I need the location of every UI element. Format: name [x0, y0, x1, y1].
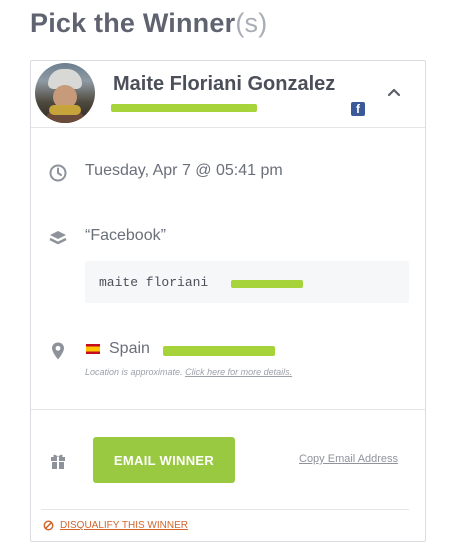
location-note-text: Location is approximate.	[85, 367, 183, 377]
winner-card: Maite Floriani Gonzalez f Tuesday, Apr 7…	[30, 60, 426, 542]
entry-response: maite floriani	[99, 275, 209, 290]
disqualify-link[interactable]: DISQUALIFY THIS WINNER	[43, 520, 188, 531]
redacted-handle	[111, 104, 257, 112]
winner-header[interactable]: Maite Floriani Gonzalez f	[31, 61, 425, 128]
avatar	[35, 63, 95, 123]
entry-platform: “Facebook”	[85, 227, 166, 244]
page-title-text: Pick the Winner	[30, 8, 236, 38]
email-winner-button[interactable]: EMAIL WINNER	[93, 437, 235, 483]
entry-response-box: maite floriani	[85, 261, 409, 303]
copy-email-link[interactable]: Copy Email Address	[299, 453, 398, 465]
entry-datetime: Tuesday, Apr 7 @ 05:41 pm	[85, 162, 283, 179]
chevron-up-icon[interactable]	[386, 85, 402, 99]
layers-icon	[49, 231, 67, 245]
facebook-icon: f	[351, 102, 365, 116]
redacted-location	[163, 346, 275, 356]
redacted-entry-text	[231, 280, 303, 288]
page-title: Pick the Winner(s)	[30, 8, 267, 39]
divider	[31, 409, 425, 410]
clock-icon	[49, 164, 67, 182]
ban-icon	[43, 520, 54, 531]
entry-country: Spain	[109, 340, 150, 357]
winner-name: Maite Floriani Gonzalez	[113, 73, 336, 95]
disqualify-label: DISQUALIFY THIS WINNER	[60, 520, 188, 531]
spain-flag-icon	[86, 344, 100, 354]
location-details-link[interactable]: Click here for more details.	[185, 367, 292, 377]
gift-icon	[51, 454, 65, 469]
location-note: Location is approximate. Click here for …	[85, 367, 292, 377]
page-title-suffix: (s)	[235, 8, 268, 38]
map-pin-icon	[52, 342, 64, 360]
divider	[41, 509, 409, 510]
